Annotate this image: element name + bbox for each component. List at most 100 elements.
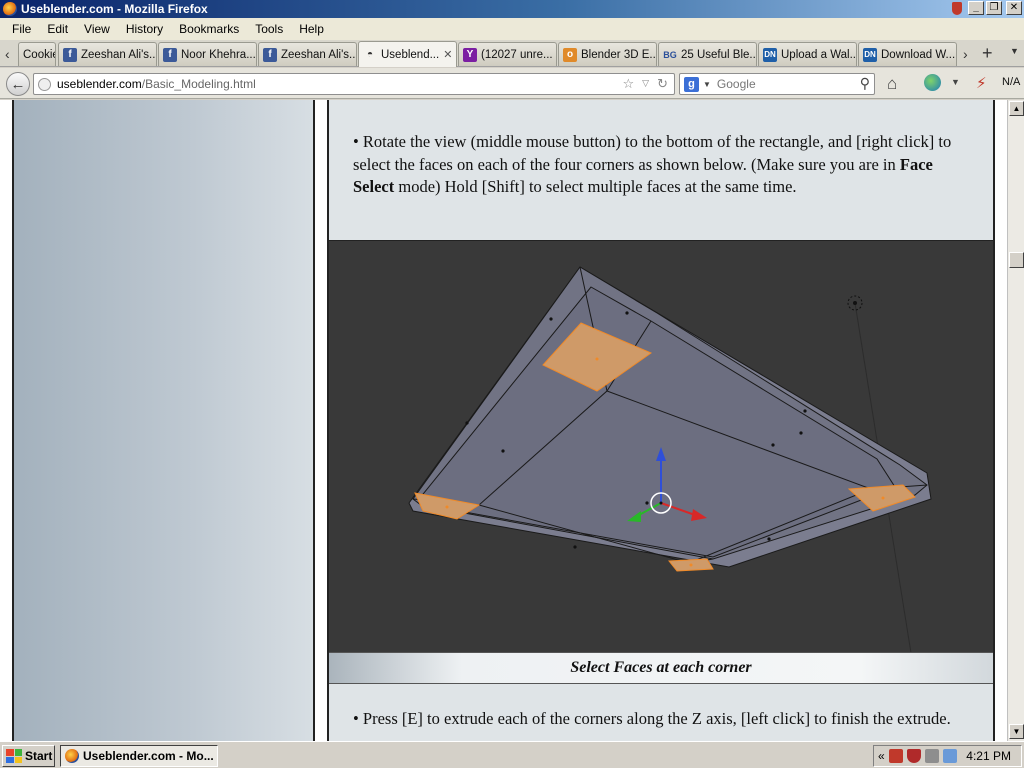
menu-tools[interactable]: Tools	[247, 22, 291, 36]
bookmark-star-icon[interactable]: ☆	[623, 76, 635, 92]
maximize-button[interactable]: ❐	[986, 1, 1002, 15]
vertical-scrollbar[interactable]: ▲ ▼	[1007, 100, 1024, 741]
minimize-button[interactable]: _	[968, 1, 984, 15]
tab-label: (12027 unre...	[481, 48, 553, 61]
mesh-render	[408, 266, 932, 654]
menu-help[interactable]: Help	[291, 22, 332, 36]
face-dot	[881, 496, 885, 500]
firefox-icon	[65, 749, 79, 763]
tab-label: 25 Useful Ble...	[681, 48, 757, 61]
bg-icon: BG	[663, 49, 677, 60]
instruction-paragraph-2: • Press [E] to extrude each of the corne…	[353, 709, 951, 728]
addon-globe-icon[interactable]	[924, 74, 941, 91]
extension-graph-icon[interactable]: ⚡	[976, 74, 987, 92]
face-dot	[689, 563, 693, 567]
close-button[interactable]: ✕	[1006, 1, 1022, 15]
tab-zeeshan-2[interactable]: f Zeeshan Ali's...	[258, 42, 357, 66]
face-dot	[767, 537, 771, 541]
face-dot	[573, 545, 577, 549]
face-dot	[771, 443, 775, 447]
tab-scroll-left-icon[interactable]: ‹	[5, 46, 10, 62]
firefox-icon	[3, 2, 17, 16]
navigation-bar: ← useblender.com/Basic_Modeling.html ☆ ▽…	[0, 68, 1024, 99]
para1-text-end: mode) Hold [Shift] to select multiple fa…	[394, 177, 797, 196]
search-input[interactable]: Google	[717, 77, 756, 91]
blender-icon: ◓	[366, 49, 374, 60]
scroll-down-icon[interactable]: ▼	[1009, 724, 1024, 739]
start-button[interactable]: Start	[2, 745, 55, 767]
tab-upload-wallpaper[interactable]: DN Upload a Wal...	[758, 42, 857, 66]
facebook-icon: f	[63, 47, 77, 62]
tab-label: Noor Khehra...	[181, 48, 256, 61]
volume-tray-icon[interactable]	[942, 749, 957, 763]
scroll-up-icon[interactable]: ▲	[1009, 101, 1024, 116]
list-all-tabs-icon[interactable]: ▼	[1010, 46, 1019, 56]
url-path: /Basic_Modeling.html	[141, 77, 256, 91]
tab-scroll-right-icon[interactable]: ›	[963, 46, 968, 62]
security-tray-icon[interactable]	[888, 749, 903, 763]
page-content: • Rotate the view (middle mouse button) …	[0, 100, 1024, 741]
menu-file[interactable]: File	[4, 22, 39, 36]
face-dot	[595, 357, 599, 361]
tab-useblender[interactable]: ◓ Useblend... ✕	[358, 41, 457, 67]
tab-cookie[interactable]: Cookie	[18, 42, 56, 66]
menu-history[interactable]: History	[118, 22, 171, 36]
menu-edit[interactable]: Edit	[39, 22, 76, 36]
tab-noor[interactable]: f Noor Khehra...	[158, 42, 257, 66]
system-tray: « 4:21 PM	[873, 745, 1022, 767]
shield-icon[interactable]	[952, 2, 962, 15]
windows-taskbar: Start Useblender.com - Mo... « 4:21 PM	[0, 741, 1024, 768]
new-tab-icon[interactable]: +	[982, 43, 993, 64]
shield-tray-icon[interactable]	[906, 749, 921, 763]
tab-yahoo[interactable]: Y (12027 unre...	[458, 42, 557, 66]
google-search-engine-icon[interactable]: g	[684, 76, 699, 92]
blender-viewport-image	[329, 240, 993, 654]
window-controls: _ ❐ ✕	[968, 1, 1022, 15]
tab-label: Blender 3D E...	[581, 48, 657, 61]
tab-label: Cookie	[23, 48, 56, 61]
clock: 4:21 PM	[966, 749, 1011, 763]
menu-view[interactable]: View	[76, 22, 118, 36]
tray-expand-icon[interactable]: «	[878, 749, 885, 763]
tab-bar: ‹ Cookie f Zeeshan Ali's... f Noor Khehr…	[0, 40, 1024, 67]
addon-dropdown-icon[interactable]: ▼	[951, 77, 960, 87]
site-identity-icon[interactable]	[38, 77, 51, 91]
taskbar-firefox-item[interactable]: Useblender.com - Mo...	[60, 745, 218, 767]
menu-bar: File Edit View History Bookmarks Tools H…	[0, 18, 1024, 40]
url-domain: useblender.com	[57, 77, 142, 91]
face-dot	[645, 501, 649, 505]
dn-icon: DN	[763, 47, 777, 62]
menu-bookmarks[interactable]: Bookmarks	[171, 22, 247, 36]
back-button[interactable]: ←	[6, 72, 30, 96]
tab-label: Zeeshan Ali's...	[81, 48, 157, 61]
face-dot	[465, 421, 469, 425]
tab-label: Zeeshan Ali's...	[281, 48, 357, 61]
windows-logo-icon	[6, 749, 22, 763]
face-dot	[501, 449, 505, 453]
tab-zeeshan-1[interactable]: f Zeeshan Ali's...	[58, 42, 157, 66]
face-dot	[625, 311, 629, 315]
tab-useful-blender[interactable]: BG 25 Useful Ble...	[658, 42, 757, 66]
search-engine-dropdown-icon[interactable]: ▼	[703, 80, 711, 89]
tab-download[interactable]: DN Download W...	[858, 42, 957, 66]
tab-label: Useblend...	[381, 48, 440, 61]
column-gap	[315, 100, 327, 741]
search-bar[interactable]: g ▼ Google ⚲	[679, 73, 875, 95]
tab-close-icon[interactable]: ✕	[443, 48, 452, 61]
scroll-thumb[interactable]	[1009, 252, 1024, 268]
cursor-center	[659, 501, 663, 505]
start-label: Start	[25, 749, 53, 763]
left-sidebar	[12, 100, 315, 741]
network-tray-icon[interactable]	[924, 749, 939, 763]
tab-blender-3d[interactable]: o Blender 3D E...	[558, 42, 657, 66]
window-title: Useblender.com - Mozilla Firefox	[21, 2, 208, 16]
search-icon[interactable]: ⚲	[860, 75, 870, 92]
url-bar[interactable]: useblender.com/Basic_Modeling.html ☆ ▽ ↻	[33, 73, 675, 95]
home-icon[interactable]: ⌂	[887, 74, 897, 94]
window-title-bar: Useblender.com - Mozilla Firefox _ ❐ ✕	[0, 0, 1024, 18]
reload-icon[interactable]: ↻	[657, 76, 668, 92]
instruction-paragraph-1: • Rotate the view (middle mouse button) …	[353, 131, 977, 199]
history-dropdown-icon[interactable]: ▽	[642, 78, 649, 92]
facebook-icon: f	[263, 47, 277, 62]
task-label: Useblender.com - Mo...	[83, 749, 214, 763]
